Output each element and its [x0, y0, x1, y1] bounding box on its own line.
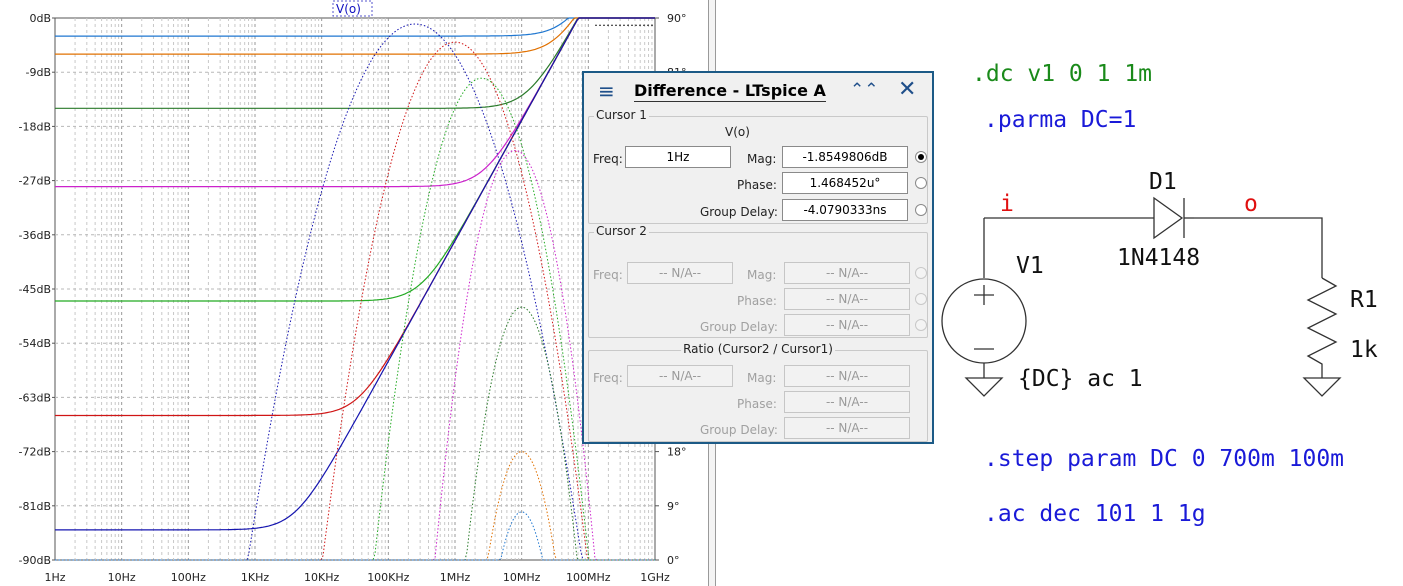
cursor1-group: Cursor 1 V(o) Freq: 1Hz Mag: -1.8549806d…	[588, 108, 928, 224]
cursor1-mag-label: Mag:	[747, 152, 777, 166]
cursor1-mag-field[interactable]: -1.8549806dB	[782, 146, 908, 168]
y-tick-label: -63dB	[19, 391, 52, 404]
cursor1-phase-label: Phase:	[737, 178, 777, 192]
difference-dialog[interactable]: ≡ Difference - LTspice A ⌃⌃ ✕ Cursor 1 V…	[582, 71, 934, 444]
source-value[interactable]: {DC} ac 1	[1018, 368, 1143, 391]
x-tick-label: 100KHz	[367, 571, 409, 584]
x-tick-label: 1MHz	[440, 571, 471, 584]
magnitude-trace	[55, 17, 655, 109]
magnitude-trace	[55, 17, 655, 37]
y-tick-label: -9dB	[26, 66, 52, 79]
source-name[interactable]: V1	[1016, 255, 1044, 278]
ratio-phase-label: Phase:	[737, 397, 777, 411]
cursor2-group: Cursor 2 Freq: -- N/A-- Mag: -- N/A-- Ph…	[588, 224, 928, 338]
ratio-group-delay-label: Group Delay:	[700, 423, 778, 437]
net-label-i[interactable]: i	[1000, 193, 1014, 216]
trace-label[interactable]: V(o)	[336, 2, 361, 16]
phase-trace	[55, 23, 655, 561]
cursor2-group-delay-radio	[915, 319, 927, 331]
wire-o-node	[1194, 217, 1323, 278]
phase-trace	[55, 306, 655, 561]
ratio-mag-label: Mag:	[747, 371, 777, 385]
cursor2-mag-field: -- N/A--	[784, 262, 910, 284]
ratio-group: Ratio (Cursor2 / Cursor1) Freq: -- N/A--…	[588, 342, 928, 442]
cursor1-group-delay-radio[interactable]	[915, 204, 927, 216]
y-tick-label: -27dB	[19, 175, 52, 188]
cursor1-group-delay-field[interactable]: -4.0790333ns	[782, 199, 908, 221]
ratio-group-label: Ratio (Cursor2 / Cursor1)	[681, 342, 835, 356]
resistor-value[interactable]: 1k	[1350, 339, 1378, 362]
cursor1-phase-field[interactable]: 1.468452u°	[782, 172, 908, 194]
cursor2-freq-label: Freq:	[593, 268, 623, 282]
y-tick-label: -81dB	[19, 500, 52, 513]
y-tick-label: -45dB	[19, 283, 52, 296]
cursor2-phase-label: Phase:	[737, 294, 777, 308]
cursor1-signal-name: V(o)	[725, 125, 750, 139]
cursor1-group-delay-label: Group Delay:	[700, 205, 778, 219]
x-tick-label: 1KHz	[241, 571, 269, 584]
y2-tick-label: 0°	[667, 554, 680, 567]
cursor1-phase-radio[interactable]	[915, 177, 927, 189]
spice-directive-param[interactable]: .parma DC=1	[984, 109, 1136, 132]
y-tick-label: -90dB	[19, 554, 52, 567]
net-label-o[interactable]: o	[1244, 193, 1258, 216]
diode-model[interactable]: 1N4148	[1117, 247, 1200, 270]
ratio-group-delay-field: -- N/A--	[784, 417, 910, 439]
dialog-title: Difference - LTspice A	[634, 81, 826, 102]
y-tick-label: -18dB	[19, 120, 52, 133]
cursor1-freq-field[interactable]: 1Hz	[625, 146, 731, 168]
y-tick-label: -36dB	[19, 229, 52, 242]
ground-icon	[964, 377, 1004, 397]
cursor1-mag-radio[interactable]	[915, 151, 927, 163]
cursor1-group-label: Cursor 1	[594, 108, 649, 122]
y2-tick-label: 90°	[667, 12, 687, 25]
diode-symbol[interactable]	[1153, 196, 1184, 240]
phase-trace	[55, 149, 655, 561]
resistor-name[interactable]: R1	[1350, 289, 1378, 312]
x-tick-label: 10MHz	[503, 571, 541, 584]
x-tick-label: 1Hz	[44, 571, 65, 584]
y-tick-label: -72dB	[19, 446, 52, 459]
cursor1-freq-label: Freq:	[593, 152, 623, 166]
magnitude-trace	[55, 17, 655, 417]
dialog-title-bar[interactable]: ≡ Difference - LTspice A ⌃⌃ ✕	[584, 73, 932, 107]
spice-directive-step[interactable]: .step param DC 0 700m 100m	[984, 448, 1344, 471]
hamburger-menu-icon[interactable]: ≡	[598, 79, 615, 103]
x-tick-label: 100Hz	[171, 571, 206, 584]
ratio-freq-field: -- N/A--	[627, 365, 733, 387]
ground-icon	[1302, 377, 1342, 397]
cursor2-mag-label: Mag:	[747, 268, 777, 282]
cursor2-phase-field: -- N/A--	[784, 288, 910, 310]
plot-grid	[54, 17, 656, 561]
ratio-freq-label: Freq:	[593, 371, 623, 385]
ratio-mag-field: -- N/A--	[784, 365, 910, 387]
phase-trace	[55, 511, 655, 561]
x-tick-label: 100MHz	[566, 571, 611, 584]
x-tick-label: 1GHz	[640, 571, 670, 584]
resistor-symbol[interactable]	[1306, 277, 1338, 378]
spice-directive-dc[interactable]: .dc v1 0 1 1m	[972, 63, 1152, 86]
collapse-chevron-icon[interactable]: ⌃⌃	[850, 80, 879, 100]
y2-tick-label: 18°	[667, 446, 687, 459]
cursor2-freq-field: -- N/A--	[627, 262, 733, 284]
y2-tick-label: 9°	[667, 500, 680, 513]
diode-name[interactable]: D1	[1149, 171, 1177, 194]
cursor2-group-label: Cursor 2	[594, 224, 649, 238]
magnitude-trace	[55, 17, 655, 302]
cursor2-group-delay-field: -- N/A--	[784, 314, 910, 336]
ratio-phase-field: -- N/A--	[784, 391, 910, 413]
cursor2-phase-radio	[915, 293, 927, 305]
spice-directive-ac[interactable]: .ac dec 101 1 1g	[984, 503, 1206, 526]
close-icon[interactable]: ✕	[898, 77, 916, 102]
x-tick-label: 10KHz	[304, 571, 339, 584]
y-tick-label: -54dB	[19, 337, 52, 350]
phase-trace	[55, 77, 655, 561]
x-tick-label: 10Hz	[108, 571, 136, 584]
cursor2-mag-radio	[915, 267, 927, 279]
y-tick-label: 0dB	[29, 12, 51, 25]
cursor2-group-delay-label: Group Delay:	[700, 320, 778, 334]
